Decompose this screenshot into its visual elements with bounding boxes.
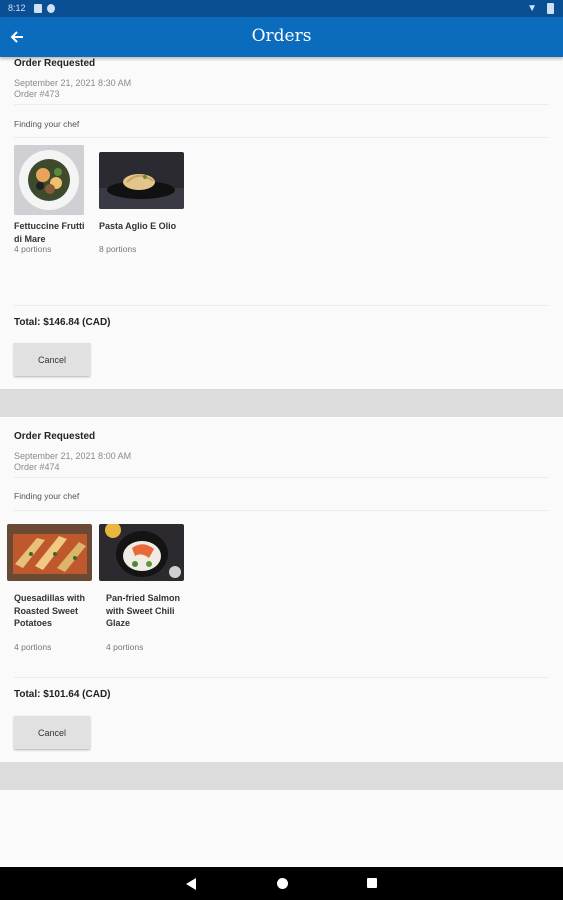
sync-icon	[47, 4, 55, 13]
separator-band	[0, 389, 563, 417]
back-triangle-icon[interactable]	[186, 878, 196, 890]
dish-name: Quesadillas with Roasted Sweet Potatoes	[14, 593, 86, 628]
order-card: Order Requested September 21, 2021 8:00 …	[0, 417, 563, 762]
notification-icon	[34, 4, 42, 13]
divider	[14, 510, 549, 511]
cancel-button[interactable]: Cancel	[14, 343, 90, 376]
divider	[14, 104, 549, 105]
dish-portions: 4 portions	[14, 642, 52, 652]
wifi-icon: ▼	[527, 3, 537, 14]
divider	[14, 137, 549, 138]
dish-name: Fettuccine Frutti di Mare	[14, 221, 85, 244]
dish-portions: 4 portions	[14, 244, 52, 254]
separator-band	[0, 762, 563, 790]
order-date: September 21, 2021 8:30 AM	[14, 78, 132, 88]
chef-status: Finding your chef	[14, 119, 80, 129]
dish-image	[7, 524, 92, 581]
dish-item[interactable]: Pan-fried Salmon with Sweet Chili Glaze …	[99, 524, 184, 652]
chef-status: Finding your chef	[14, 491, 80, 501]
divider	[14, 677, 549, 678]
dish-name: Pan-fried Salmon with Sweet Chili Glaze	[106, 593, 181, 628]
cancel-button[interactable]: Cancel	[14, 716, 90, 749]
status-bar: 8:12 ▼	[0, 0, 563, 17]
orders-list[interactable]: Order Requested September 21, 2021 8:30 …	[0, 57, 563, 867]
order-date: September 21, 2021 8:00 AM	[14, 451, 132, 461]
system-nav-bar	[0, 867, 563, 900]
page-title: Orders	[251, 26, 312, 46]
order-status: Order Requested	[14, 58, 96, 69]
dish-image	[99, 152, 184, 209]
dish-item[interactable]: Fettuccine Frutti di Mare 4 portions	[14, 145, 86, 255]
dish-image	[99, 524, 184, 581]
order-total: Total: $101.64 (CAD)	[14, 689, 111, 700]
dish-image	[14, 145, 84, 215]
dish-name: Pasta Aglio E Olio	[99, 221, 177, 231]
divider	[14, 477, 549, 478]
divider	[14, 305, 549, 306]
dish-item[interactable]: Pasta Aglio E Olio 8 portions	[99, 145, 184, 255]
dish-item[interactable]: Quesadillas with Roasted Sweet Potatoes …	[7, 524, 93, 652]
order-card: Order Requested September 21, 2021 8:30 …	[0, 57, 563, 389]
order-status: Order Requested	[14, 431, 96, 442]
order-number: Order #474	[14, 462, 60, 472]
status-time: 8:12	[8, 3, 26, 13]
home-circle-icon[interactable]	[277, 878, 288, 889]
dish-portions: 8 portions	[99, 244, 137, 254]
order-total: Total: $146.84 (CAD)	[14, 317, 111, 328]
order-number: Order #473	[14, 89, 60, 99]
recents-square-icon[interactable]	[367, 878, 377, 888]
dish-portions: 4 portions	[106, 642, 144, 652]
app-bar: Orders	[0, 17, 563, 57]
battery-icon	[547, 3, 554, 14]
